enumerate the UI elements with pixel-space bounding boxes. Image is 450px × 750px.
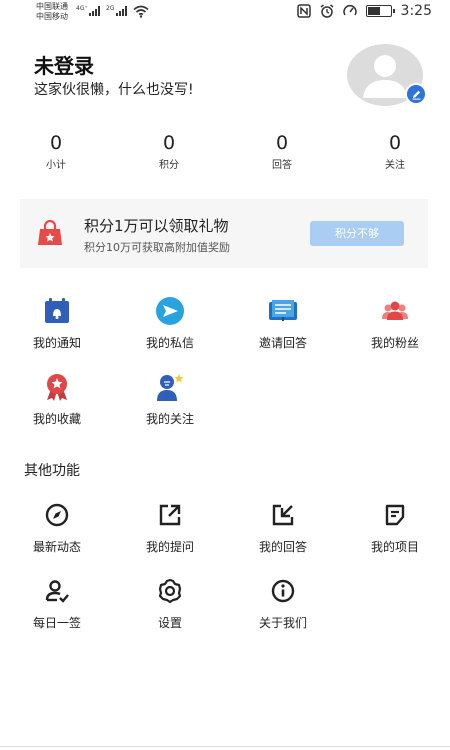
menu-label: 我的提问: [145, 540, 194, 554]
stat-value: 0: [275, 132, 289, 154]
battery-icon: [365, 5, 395, 17]
menu-label: 我的收藏: [32, 412, 81, 426]
stat-following[interactable]: 0 关注: [355, 132, 435, 171]
clock-time: 3:25: [400, 3, 432, 19]
stat-value: 0: [388, 132, 402, 154]
username-title[interactable]: 未登录: [34, 50, 94, 79]
stat-answers[interactable]: 0 回答: [242, 132, 322, 171]
user-check-icon: [45, 580, 69, 603]
menu-label: 我的回答: [258, 540, 307, 554]
stat-label: 小计: [46, 160, 66, 171]
network-type-1: 4G⁺: [76, 5, 88, 12]
speedometer-icon: [342, 5, 357, 16]
question-export-icon: [159, 504, 181, 526]
settings-gear-icon: [158, 578, 182, 604]
section-title-other: 其他功能: [24, 463, 80, 479]
stat-points[interactable]: 0 积分: [129, 132, 209, 171]
bottom-divider: [0, 746, 450, 747]
invite-book-icon: [269, 300, 297, 321]
menu-label: 关于我们: [258, 616, 307, 630]
other-my-answers[interactable]: 我的回答: [233, 500, 333, 555]
insufficient-points-button[interactable]: 积分不够: [310, 221, 404, 246]
carrier-1: 中国联通: [36, 2, 68, 11]
info-icon: [271, 579, 295, 603]
answer-import-icon: [272, 504, 294, 526]
carrier-info: 中国联通 中国移动: [36, 2, 68, 22]
follow-person-icon: [157, 374, 184, 401]
stat-value: 0: [162, 132, 176, 154]
other-about-us[interactable]: 关于我们: [233, 576, 333, 631]
menu-collections[interactable]: 我的收藏: [7, 372, 107, 427]
menu-label: 每日一签: [32, 616, 81, 630]
menu-label: 我的关注: [145, 412, 194, 426]
stat-label: 关注: [385, 160, 405, 171]
network-type-2: 2G: [106, 5, 115, 12]
menu-notifications[interactable]: 我的通知: [7, 296, 107, 351]
stats-row: 0 小计 0 积分 0 回答 0 关注: [0, 132, 450, 172]
other-my-questions[interactable]: 我的提问: [120, 500, 220, 555]
edit-profile-button[interactable]: [405, 83, 427, 105]
gift-title: 积分1万可以领取礼物: [84, 217, 229, 235]
menu-label: 设置: [157, 616, 182, 630]
menu-invite-answer[interactable]: 邀请回答: [233, 296, 333, 351]
fans-group-icon: [382, 301, 408, 320]
other-settings[interactable]: 设置: [120, 576, 220, 631]
menu-private-messages[interactable]: 我的私信: [120, 296, 220, 351]
menu-label: 我的项目: [370, 540, 419, 554]
stat-label: 回答: [272, 160, 292, 171]
other-daily-checkin[interactable]: 每日一签: [7, 576, 107, 631]
message-send-icon: [156, 297, 184, 325]
other-my-projects[interactable]: 我的项目: [345, 500, 445, 555]
gift-subtitle: 积分10万可获取高附加值奖励: [84, 241, 230, 254]
carrier-2: 中国移动: [36, 12, 68, 21]
compass-icon: [45, 503, 69, 527]
wifi-icon: [133, 5, 149, 18]
user-bio: 这家伙很懒，什么也没写!: [34, 82, 194, 98]
stat-subtotal[interactable]: 0 小计: [16, 132, 96, 171]
alarm-icon: [320, 4, 334, 18]
nfc-icon: [296, 4, 311, 18]
pencil-icon: [412, 90, 420, 100]
menu-following[interactable]: 我的关注: [120, 372, 220, 427]
menu-label: 我的粉丝: [370, 336, 419, 350]
menu-label: 最新动态: [32, 540, 81, 554]
note-icon: [385, 504, 405, 526]
status-bar: 中国联通 中国移动 4G⁺ 2G 3:25: [0, 0, 450, 26]
gift-banner: 积分1万可以领取礼物 积分10万可获取高附加值奖励 积分不够: [20, 199, 428, 268]
stat-value: 0: [49, 132, 63, 154]
stat-label: 积分: [159, 160, 179, 171]
other-latest-activity[interactable]: 最新动态: [7, 500, 107, 555]
signal-1-icon: [89, 6, 102, 16]
menu-label: 我的通知: [32, 336, 81, 350]
menu-fans[interactable]: 我的粉丝: [345, 296, 445, 351]
collection-ribbon-icon: [47, 374, 67, 401]
signal-2-icon: [116, 6, 129, 16]
gift-bag-icon: [38, 219, 62, 245]
menu-label: 邀请回答: [258, 336, 307, 350]
notification-calendar-icon: [45, 298, 69, 323]
menu-label: 我的私信: [145, 336, 194, 350]
